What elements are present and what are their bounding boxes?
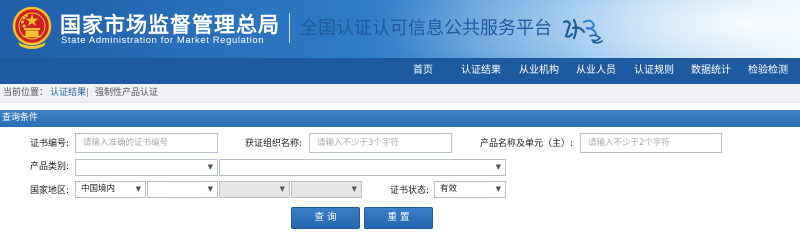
nav-item-statistics[interactable]: 数据统计 xyxy=(691,58,731,84)
query-panel-title: 查询条件 xyxy=(0,110,800,127)
breadcrumb-current: 强制性产品认证 xyxy=(95,88,159,98)
cert-no-input[interactable]: 请输入准确的证书编号 xyxy=(75,133,218,153)
org-name-input[interactable]: 请输入不少于3个字符 xyxy=(309,133,452,153)
category-select-primary[interactable]: ▼ xyxy=(75,159,218,176)
region-select-country-value: 中国境内 xyxy=(81,184,116,194)
nav-item-cert-rules[interactable]: 认证规则 xyxy=(634,58,674,84)
reset-button[interactable]: 重 置 xyxy=(364,207,433,229)
org-name-label: 获证组织名称: xyxy=(245,139,303,149)
breadcrumb-separator: | xyxy=(86,88,90,98)
cert-no-label: 证书编号: xyxy=(30,139,70,149)
caret-down-icon: ▼ xyxy=(207,185,213,193)
header-banner: 国家市场监督管理总局 State Administration for Mark… xyxy=(0,0,800,58)
caret-down-icon: ▼ xyxy=(207,163,213,171)
caret-down-icon: ▼ xyxy=(351,185,357,193)
region-select-district[interactable]: ▼ xyxy=(291,181,362,198)
main-nav: 首页 认证结果 从业机构 从业人员 认证规则 数据统计 检验检测 xyxy=(0,58,800,84)
nav-item-inspection[interactable]: 检验检测 xyxy=(748,58,788,84)
breadcrumb-prefix: 当前位置： xyxy=(3,88,49,98)
nav-item-home[interactable]: 首页 xyxy=(413,58,433,84)
region-label: 国家地区: xyxy=(30,186,70,196)
caret-down-icon: ▼ xyxy=(495,163,501,171)
category-select-secondary[interactable]: ▼ xyxy=(219,159,506,176)
nav-item-cert-results[interactable]: 认证结果 xyxy=(461,58,501,84)
banner-divider xyxy=(289,13,290,43)
region-select-country[interactable]: 中国境内 ▼ xyxy=(75,181,146,198)
product-unit-label: 产品名称及单元（主）: xyxy=(480,139,574,149)
region-select-city[interactable]: ▼ xyxy=(219,181,290,198)
status-select-value: 有效 xyxy=(440,184,458,194)
national-emblem-icon xyxy=(12,6,52,49)
breadcrumb: 当前位置： 认证结果 | 强制性产品认证 xyxy=(0,84,800,103)
region-select-province[interactable]: ▼ xyxy=(147,181,218,198)
agency-name-en: State Administration for Market Regulati… xyxy=(61,35,265,46)
cnca-logo-icon xyxy=(562,18,603,44)
nav-item-personnel[interactable]: 从业人员 xyxy=(576,58,616,84)
platform-title: 全国认证认可信息公共服务平台 xyxy=(300,18,552,39)
status-select[interactable]: 有效 ▼ xyxy=(434,181,506,198)
caret-down-icon: ▼ xyxy=(135,185,141,193)
caret-down-icon: ▼ xyxy=(279,185,285,193)
caret-down-icon: ▼ xyxy=(495,185,501,193)
search-button[interactable]: 查 询 xyxy=(291,207,360,229)
product-unit-input[interactable]: 请输入不少于2个字符 xyxy=(580,133,722,153)
status-label: 证书状态: xyxy=(390,186,430,196)
nav-item-institutions[interactable]: 从业机构 xyxy=(519,58,559,84)
breadcrumb-link-cert-results[interactable]: 认证结果 xyxy=(50,84,86,103)
category-label: 产品类别: xyxy=(30,162,70,172)
